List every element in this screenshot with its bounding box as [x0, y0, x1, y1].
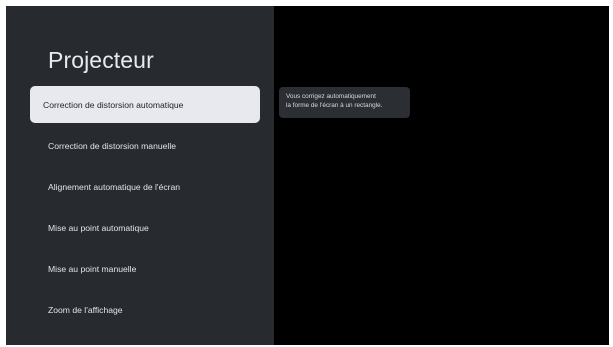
menu-item-zoom-affichage[interactable]: Zoom de l'affichage — [30, 291, 260, 328]
description-tooltip: Vous corrigez automatiquement la forme d… — [279, 87, 410, 118]
menu-item-mise-au-point-manuelle[interactable]: Mise au point manuelle — [30, 250, 260, 287]
settings-panel: Projecteur Correction de distorsion auto… — [6, 6, 274, 345]
menu-item-label: Correction de distorsion automatique — [43, 99, 184, 110]
menu-item-label: Alignement automatique de l'écran — [48, 181, 181, 192]
tooltip-line-1: Vous corrigez automatiquement — [286, 93, 376, 100]
settings-menu: Correction de distorsion automatique Cor… — [6, 6, 274, 345]
tv-screen: Projecteur Correction de distorsion auto… — [6, 6, 609, 345]
menu-item-mise-au-point-automatique[interactable]: Mise au point automatique — [30, 209, 260, 246]
menu-item-label: Mise au point automatique — [48, 222, 149, 233]
menu-item-label: Zoom de l'affichage — [48, 304, 123, 315]
menu-item-alignement-automatique-ecran[interactable]: Alignement automatique de l'écran — [30, 168, 260, 205]
menu-item-correction-distorsion-manuelle[interactable]: Correction de distorsion manuelle — [30, 127, 260, 164]
tooltip-line-2: la forme de l'écran à un rectangle. — [286, 102, 383, 109]
menu-item-label: Correction de distorsion manuelle — [48, 140, 177, 151]
menu-item-label: Mise au point manuelle — [48, 263, 137, 274]
menu-item-correction-distorsion-automatique[interactable]: Correction de distorsion automatique — [30, 86, 260, 123]
